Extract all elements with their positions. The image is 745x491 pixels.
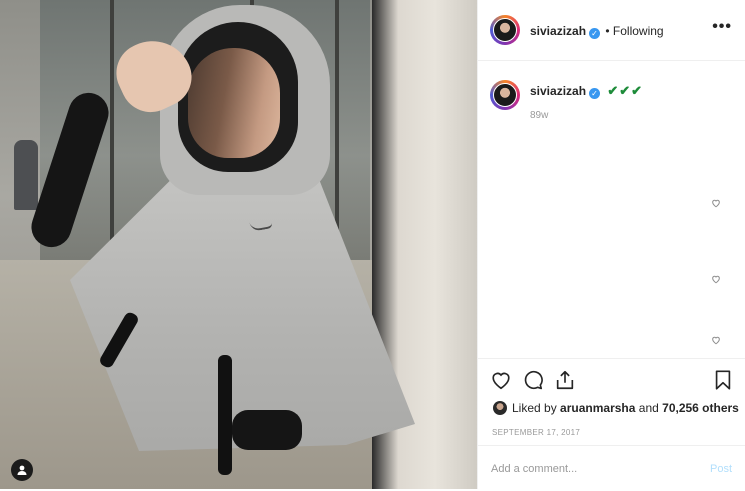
likes-summary: Liked by aruanmarsha and 70,256 others: [493, 401, 739, 415]
comment-input[interactable]: Add a comment...: [491, 463, 577, 475]
bookmark-icon[interactable]: [712, 369, 734, 391]
post-photo[interactable]: [0, 0, 477, 489]
caption-author-avatar[interactable]: [490, 80, 520, 110]
liked-by-user-link[interactable]: aruanmarsha: [560, 401, 635, 415]
tagged-users-icon[interactable]: [11, 459, 33, 481]
follow-status[interactable]: • Following: [605, 24, 663, 38]
caption-username[interactable]: siviazizah: [530, 84, 586, 98]
poncho-pocket: [218, 355, 232, 475]
author-avatar[interactable]: [490, 15, 520, 45]
comment-like-icon[interactable]: [711, 332, 721, 345]
liked-by-and: and: [638, 401, 659, 415]
liked-by-label: Liked by: [512, 401, 557, 415]
likes-count-link[interactable]: 70,256 others: [662, 401, 739, 415]
background-person: [14, 140, 38, 210]
window-frame: [335, 0, 339, 260]
caption-timestamp[interactable]: 89w: [530, 110, 548, 121]
post-comment-button[interactable]: Post: [710, 463, 732, 475]
share-upload-icon[interactable]: [554, 369, 576, 391]
post-date[interactable]: SEPTEMBER 17, 2017: [492, 428, 580, 437]
subject-face: [188, 48, 280, 158]
author-row: siviazizah ✓ • Following: [530, 24, 664, 39]
verified-badge-icon: ✓: [589, 28, 601, 39]
comment-bubble-icon[interactable]: [522, 369, 544, 391]
verified-badge-icon: ✓: [589, 88, 601, 99]
subject-glove: [232, 410, 302, 450]
comment-box: Add a comment... Post: [478, 445, 745, 491]
post-side-panel: siviazizah ✓ • Following ••• siviazizah ✓ …: [477, 0, 745, 489]
caption-row: siviazizah ✓ ✔✔✔: [530, 83, 643, 99]
author-username[interactable]: siviazizah: [530, 24, 586, 38]
post-actions: Liked by aruanmarsha and 70,256 others S…: [478, 358, 745, 490]
window-frame: [110, 0, 114, 260]
liker-avatar[interactable]: [493, 401, 507, 415]
like-heart-icon[interactable]: [490, 369, 512, 391]
comment-like-icon[interactable]: [711, 195, 721, 208]
comment-like-icon[interactable]: [711, 271, 721, 284]
more-options-icon[interactable]: •••: [712, 18, 732, 36]
post-header: siviazizah ✓ • Following •••: [478, 0, 745, 61]
caption-text: ✔✔✔: [607, 83, 644, 98]
